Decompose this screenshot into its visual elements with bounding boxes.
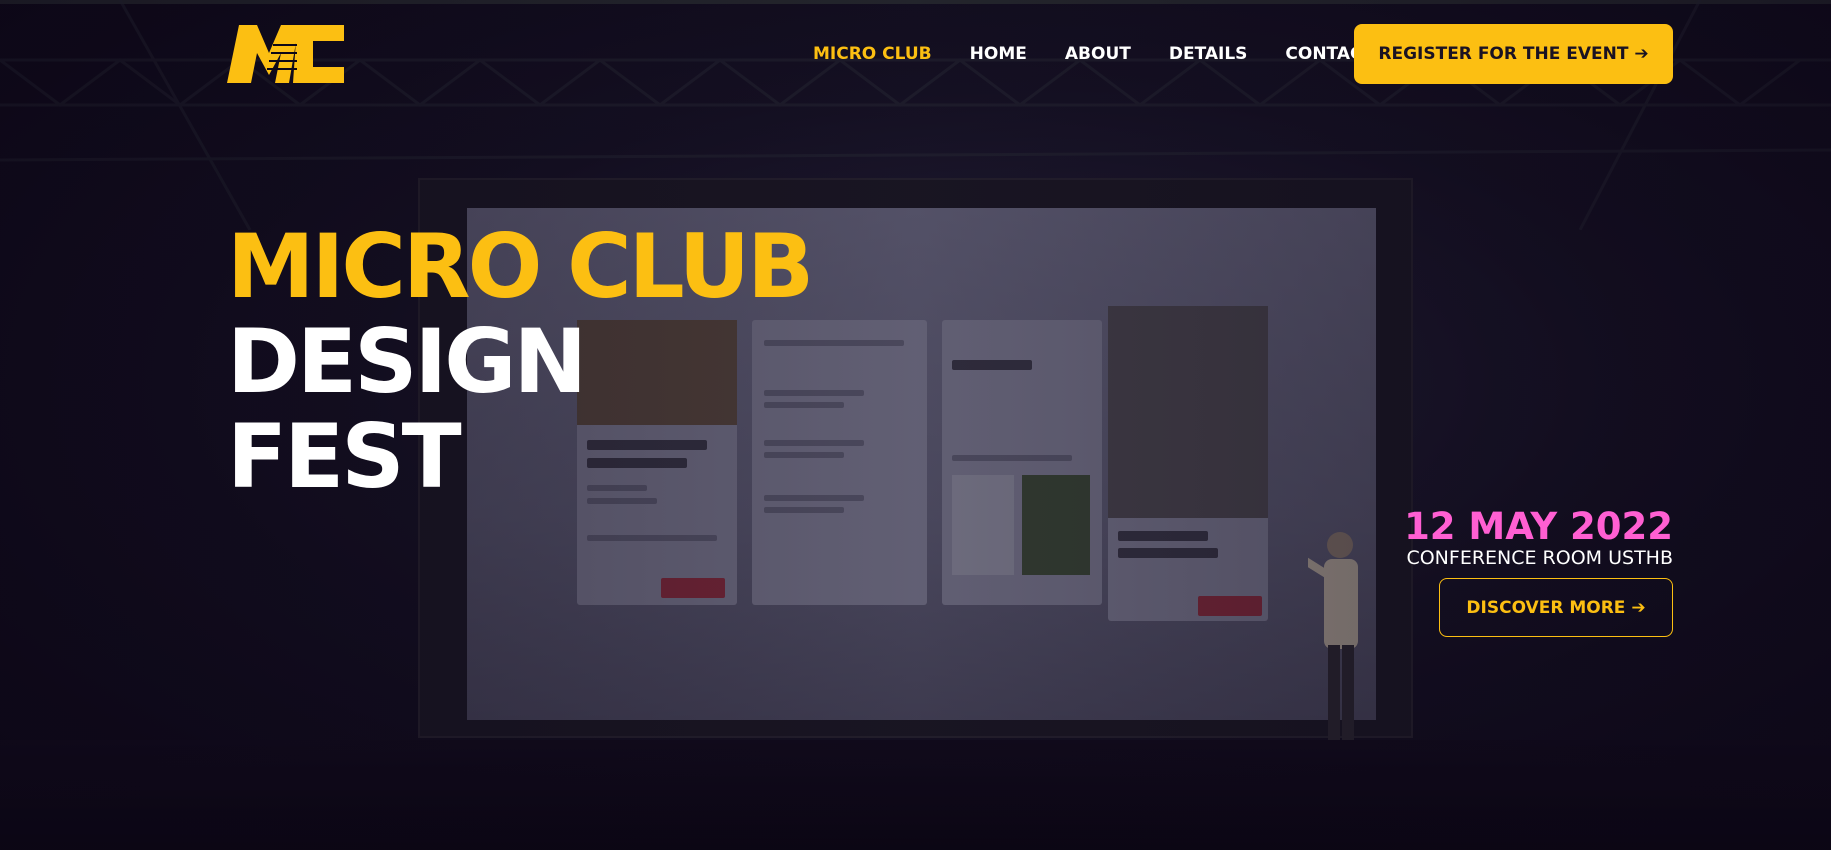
event-venue: CONFERENCE ROOM USTHB — [1406, 547, 1673, 569]
nav-item-home[interactable]: HOME — [970, 44, 1027, 64]
main-nav: MICRO CLUB HOME ABOUT DETAILS CONTACT — [813, 44, 1412, 64]
micro-club-logo[interactable] — [227, 23, 344, 85]
nav-item-micro-club[interactable]: MICRO CLUB — [813, 44, 932, 64]
register-button[interactable]: REGISTER FOR THE EVENT ➔ — [1354, 24, 1673, 84]
hero-title-line-1: MICRO CLUB — [227, 215, 814, 318]
event-date: 12 MAY 2022 — [1404, 505, 1673, 548]
hero-title-line-2: DESIGN — [227, 310, 587, 413]
discover-more-button[interactable]: DISCOVER MORE ➔ — [1439, 578, 1673, 637]
hero-title-line-3: FEST — [227, 405, 462, 508]
nav-item-details[interactable]: DETAILS — [1169, 44, 1248, 64]
nav-item-about[interactable]: ABOUT — [1065, 44, 1131, 64]
